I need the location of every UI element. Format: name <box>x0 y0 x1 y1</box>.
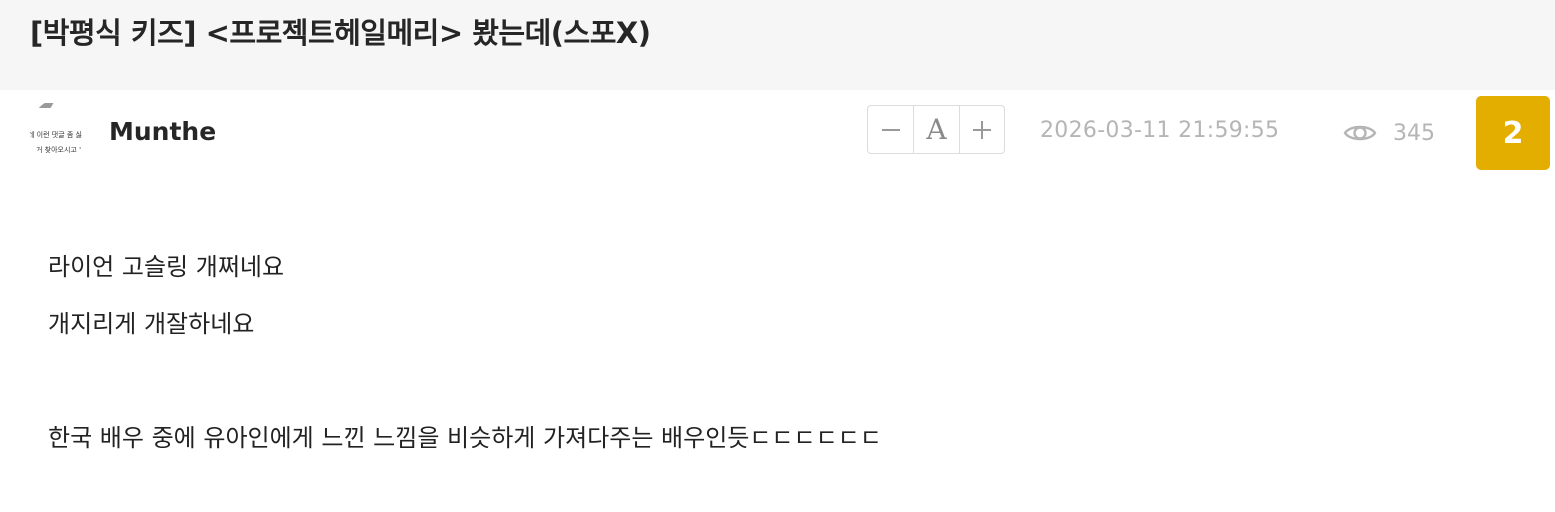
avatar-text-line-2: 거 찾아오시고 ' <box>36 146 82 154</box>
post-date: 2026-03-11 21:59:55 <box>1040 118 1280 143</box>
body-line: 라이언 고슬링 개쩌네요 <box>48 253 285 281</box>
eye-icon <box>1343 125 1377 141</box>
avatar-text-line-1: 데 이런 댓글 좀 싫 <box>30 131 82 139</box>
font-size-label[interactable]: A <box>913 106 958 153</box>
post-body: 라이언 고슬링 개쩌네요 개지리게 개잘하네요 한국 배우 중에 유아인에게 느… <box>48 250 882 478</box>
author-username[interactable]: Munthe <box>109 117 216 146</box>
font-increase-button[interactable] <box>958 106 1004 153</box>
plus-icon <box>972 120 991 139</box>
minus-icon <box>881 128 900 131</box>
avatar[interactable]: 데 이런 댓글 좀 싫 거 찾아오시고 ' <box>30 98 94 162</box>
post-title: [박평식 키즈] <프로젝트헤일메리> 봤는데(스포X) <box>30 16 651 50</box>
body-line: 한국 배우 중에 유아인에게 느낀 느낌을 비슷하게 가져다주는 배우인듯ㄷㄷㄷ… <box>48 424 882 452</box>
body-line: 개지리게 개잘하네요 <box>48 310 255 338</box>
avatar-image-mark <box>38 103 54 108</box>
view-counter: 345 <box>1343 117 1435 149</box>
body-line-blank <box>48 364 882 421</box>
font-size-letter: A <box>926 112 947 146</box>
views-count: 345 <box>1393 120 1435 146</box>
title-bar: [박평식 키즈] <프로젝트헤일메리> 봤는데(스포X) <box>0 0 1555 90</box>
comment-count-badge[interactable]: 2 <box>1476 96 1550 170</box>
font-decrease-button[interactable] <box>868 106 913 153</box>
font-size-control: A <box>867 105 1005 154</box>
